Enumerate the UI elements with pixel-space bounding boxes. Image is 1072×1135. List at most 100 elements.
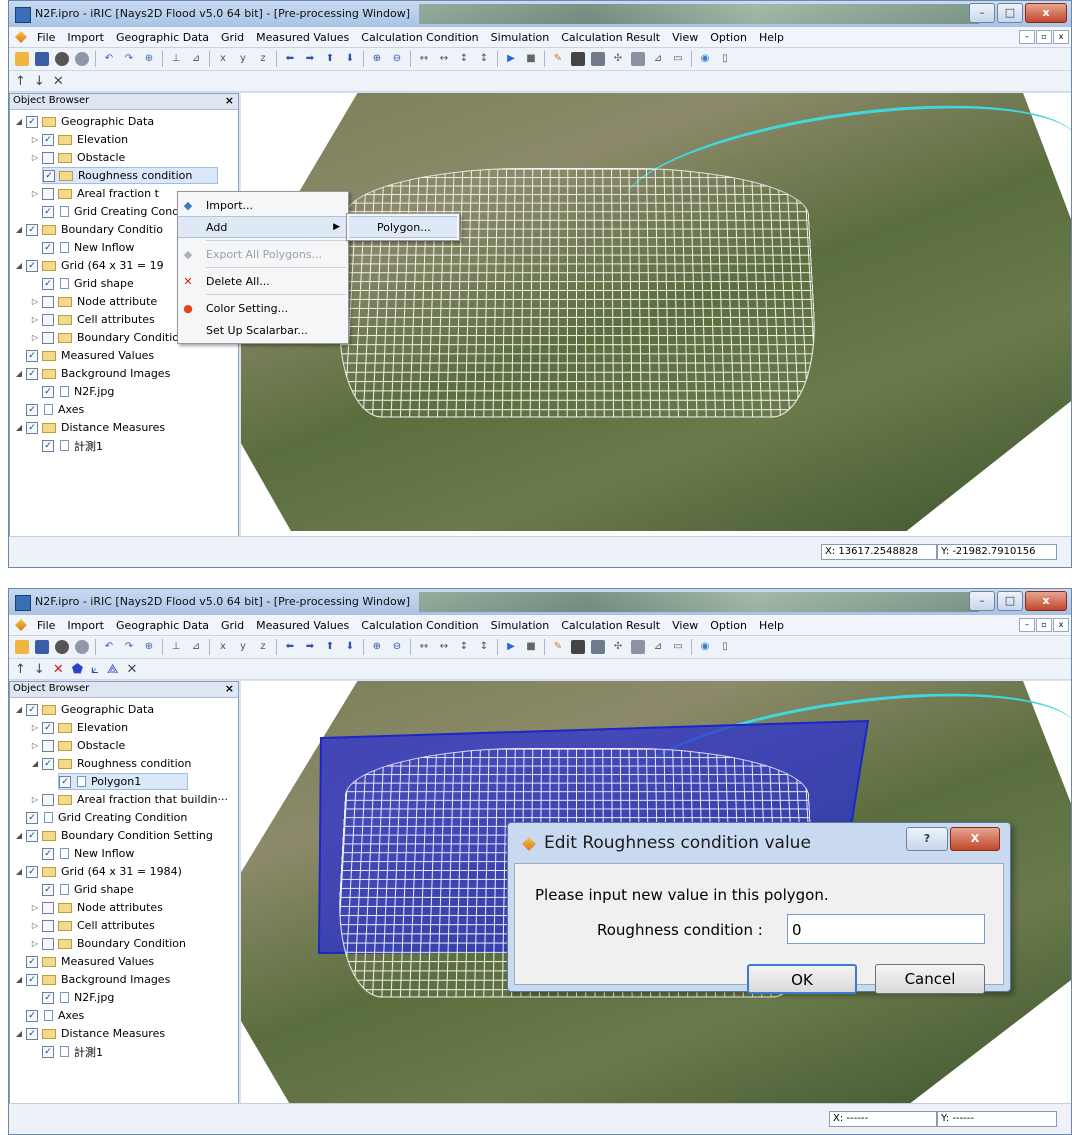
run-icon[interactable]: ▶ xyxy=(504,52,518,66)
expand-icon[interactable]: ▷ xyxy=(30,903,40,912)
map-canvas[interactable] xyxy=(241,93,1071,537)
checkbox[interactable]: ✓ xyxy=(26,115,38,128)
mdi-minimize-button[interactable]: – xyxy=(1019,30,1035,44)
checkbox[interactable]: ✓ xyxy=(42,757,54,770)
tree-item-roughness-condition[interactable]: ◢ ✓ Roughness condition xyxy=(30,755,191,772)
checkbox[interactable]: ✓ xyxy=(26,703,38,716)
checkbox[interactable] xyxy=(42,187,54,200)
checkbox[interactable]: ✓ xyxy=(26,349,38,362)
chart-icon[interactable]: ▭ xyxy=(671,52,685,66)
xy-view-icon[interactable]: ⊥ xyxy=(169,52,183,66)
tree-item-grid[interactable]: ◢ ✓ Grid (64 x 31 = 1984) xyxy=(14,863,182,880)
maximize-button[interactable]: □ xyxy=(997,591,1023,611)
axis-x-icon[interactable]: x xyxy=(216,52,230,66)
tree-item-obstacle[interactable]: ▷ Obstacle xyxy=(30,149,125,166)
menu-option[interactable]: Option xyxy=(704,619,753,632)
remove-vertex-icon[interactable]: ⟁ xyxy=(107,662,119,677)
tree-item-grid-creating-condition[interactable]: ✓ Grid Creating Cond xyxy=(30,203,179,220)
move-up-button[interactable]: ↑ xyxy=(15,74,26,89)
particle-icon[interactable] xyxy=(631,640,645,654)
mouse-icon[interactable]: ▯ xyxy=(718,640,732,654)
graph-icon[interactable]: ⊿ xyxy=(651,640,665,654)
expand-icon[interactable]: ▷ xyxy=(30,741,40,750)
open-icon[interactable] xyxy=(15,52,29,66)
collapse-icon[interactable]: ◢ xyxy=(14,369,24,378)
grid-2d-icon[interactable] xyxy=(571,640,585,654)
scale-y-icon[interactable]: ↕ xyxy=(457,52,471,66)
delete-button[interactable]: ✕ xyxy=(53,74,64,89)
menu-view[interactable]: View xyxy=(666,619,704,632)
rotate-view-icon[interactable]: ⊿ xyxy=(189,640,203,654)
menu-simulation[interactable]: Simulation xyxy=(485,31,556,44)
checkbox[interactable]: ✓ xyxy=(43,169,55,182)
collapse-icon[interactable]: ◢ xyxy=(14,423,24,432)
menu-simulation[interactable]: Simulation xyxy=(485,619,556,632)
checkbox[interactable]: ✓ xyxy=(26,259,38,272)
collapse-icon[interactable]: ◢ xyxy=(14,705,24,714)
tree-item-polygon1[interactable]: ✓ Polygon1 xyxy=(58,773,188,790)
dialog-close-button[interactable]: X xyxy=(950,827,1000,851)
tree-item-background-images[interactable]: ◢ ✓ Background Images xyxy=(14,365,170,382)
checkbox[interactable]: ✓ xyxy=(42,883,54,896)
tree-item-obstacle[interactable]: ▷ Obstacle xyxy=(30,737,125,754)
tree-item-distance-measures[interactable]: ◢ ✓ Distance Measures xyxy=(14,419,165,436)
menu-item-import[interactable]: ◆ Import... xyxy=(178,194,348,216)
checkbox[interactable]: ✓ xyxy=(42,1045,54,1058)
menu-file[interactable]: File xyxy=(31,619,61,632)
tree-item-new-inflow[interactable]: ✓ New Inflow xyxy=(42,845,134,862)
menu-item-delete-all[interactable]: ✕ Delete All... xyxy=(178,270,348,292)
minimize-button[interactable]: – xyxy=(969,3,995,23)
zoom-fit-icon[interactable]: ⊕ xyxy=(142,640,156,654)
roughness-input[interactable]: 0 xyxy=(787,914,985,944)
menu-item-add[interactable]: Add ▶ xyxy=(178,216,348,238)
tree-item-geographic-data[interactable]: ◢ ✓ Geographic Data xyxy=(14,701,154,718)
mdi-close-button[interactable]: x xyxy=(1053,30,1069,44)
collapse-icon[interactable]: ◢ xyxy=(14,225,24,234)
minimize-button[interactable]: – xyxy=(969,591,995,611)
menu-option[interactable]: Option xyxy=(704,31,753,44)
tree-item-grid-creating-condition[interactable]: ✓ Grid Creating Condition xyxy=(26,809,187,826)
move-left-icon[interactable]: ⬅ xyxy=(283,640,297,654)
collapse-icon[interactable]: ◢ xyxy=(14,831,24,840)
tree-item-measure-1[interactable]: ✓ 計測1 xyxy=(42,1043,103,1060)
stop-icon[interactable]: ■ xyxy=(524,52,538,66)
close-icon[interactable]: × xyxy=(225,94,234,107)
web-icon[interactable]: ◉ xyxy=(698,640,712,654)
scale-y2-icon[interactable]: ↕ xyxy=(477,640,491,654)
menu-item-set-up-scalarbar[interactable]: Set Up Scalarbar... xyxy=(178,319,348,341)
run-icon[interactable]: ▶ xyxy=(504,640,518,654)
checkbox[interactable]: ✓ xyxy=(42,241,54,254)
expand-icon[interactable]: ▷ xyxy=(30,921,40,930)
mouse-icon[interactable]: ▯ xyxy=(718,52,732,66)
zoom-in-icon[interactable]: ⊕ xyxy=(370,52,384,66)
tree-item-grid-shape[interactable]: ✓ Grid shape xyxy=(42,881,134,898)
checkbox[interactable]: ✓ xyxy=(26,865,38,878)
close-button[interactable]: x xyxy=(1025,591,1067,611)
collapse-icon[interactable]: ◢ xyxy=(14,117,24,126)
zoom-out-icon[interactable]: ⊖ xyxy=(390,52,404,66)
move-down-icon[interactable]: ⬇ xyxy=(343,52,357,66)
checkbox[interactable]: ✓ xyxy=(42,205,54,218)
checkbox[interactable]: ✓ xyxy=(42,439,54,452)
tree-item-n2f-jpg[interactable]: ✓ N2F.jpg xyxy=(42,383,114,400)
menu-calculation-condition[interactable]: Calculation Condition xyxy=(355,619,484,632)
checkbox[interactable]: ✓ xyxy=(42,721,54,734)
mdi-restore-button[interactable]: ▫ xyxy=(1036,618,1052,632)
tree-item-elevation[interactable]: ▷ ✓ Elevation xyxy=(30,719,128,736)
tree-item-distance-measures[interactable]: ◢ ✓ Distance Measures xyxy=(14,1025,165,1042)
checkbox[interactable] xyxy=(42,313,54,326)
redo-icon[interactable]: ↷ xyxy=(122,640,136,654)
axis-x-icon[interactable]: x xyxy=(216,640,230,654)
collapse-icon[interactable]: ◢ xyxy=(14,867,24,876)
move-up-icon[interactable]: ⬆ xyxy=(323,52,337,66)
move-left-icon[interactable]: ⬅ xyxy=(283,52,297,66)
save-icon[interactable] xyxy=(35,52,49,66)
contour-icon[interactable] xyxy=(591,640,605,654)
tree-item-n2f-jpg[interactable]: ✓ N2F.jpg xyxy=(42,989,114,1006)
move-right-icon[interactable]: ➡ xyxy=(303,52,317,66)
menu-measured-values[interactable]: Measured Values xyxy=(250,31,355,44)
menu-item-color-setting[interactable]: ● Color Setting... xyxy=(178,297,348,319)
close-button[interactable]: x xyxy=(1025,3,1067,23)
edit-pencil-icon[interactable]: ✎ xyxy=(551,52,565,66)
delete-polygon-icon[interactable]: ✕ xyxy=(126,662,137,677)
